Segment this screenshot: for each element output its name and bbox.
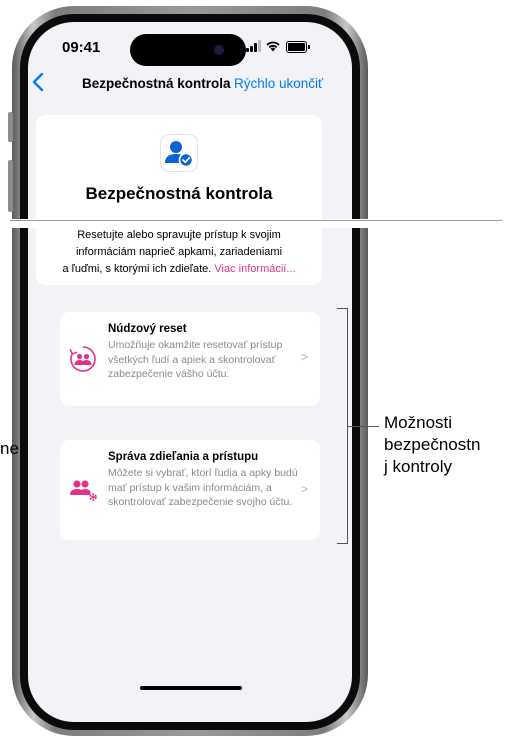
callout-label: Možnosti bezpečnostn j kontroly (384, 412, 505, 478)
emergency-reset-card[interactable]: Núdzový reset Umožňuje okamžite resetova… (60, 312, 320, 406)
callout-line-2: bezpečnostn (384, 435, 481, 454)
sharing-access-description: Môžete si vybrať, ktorí ľudia a apky bud… (108, 467, 298, 508)
emergency-reset-chevron-icon: > (300, 350, 308, 364)
signal-icon (246, 40, 261, 52)
person-checkmark-icon (165, 141, 194, 168)
header-desc-line-3-wrap: a ľuďmi, s ktorými ich zdieľate. Viac in… (46, 261, 312, 278)
header-title: Bezpečnostná kontrola (85, 184, 273, 203)
emergency-reset-title: Núdzový reset (108, 323, 187, 335)
learn-more-link[interactable]: Viac informácií... (214, 263, 295, 275)
sharing-access-icon (70, 480, 97, 501)
nav-bar: Bezpečnostná kontrola Rýchlo ukončiť (28, 66, 352, 106)
header-desc-line-3: a ľuďmi, s ktorými ich zdieľate. (62, 263, 212, 275)
sharing-access-card[interactable]: Správa zdieľania a prístupu Môžete si vy… (60, 440, 320, 540)
wifi-icon (266, 41, 280, 52)
sharing-access-title: Správa zdieľania a prístupu (108, 451, 259, 463)
battery-icon (286, 41, 310, 53)
camera-lens (214, 45, 224, 55)
status-bar: 09:41 (28, 22, 352, 66)
emergency-reset-description: Umožňuje okamžite resetovať prístup všet… (108, 339, 283, 380)
callout-leader-line (347, 426, 379, 427)
quick-exit-button[interactable]: Rýchlo ukončiť (234, 76, 323, 91)
dynamic-island (130, 34, 246, 66)
header-description: Resetujte alebo spravujte prístup k svoj… (46, 227, 312, 278)
header-desc-line-1: Resetujte alebo spravujte prístup k svoj… (77, 229, 281, 241)
callout-line-1: Možnosti (384, 413, 453, 432)
emergency-reset-icon (69, 346, 96, 372)
home-indicator (140, 686, 242, 690)
cut-line (10, 220, 502, 221)
status-icons (246, 40, 316, 54)
phone-screen: 09:41 Bezpečnostná kontrola Rýchlo ukonč… (28, 22, 352, 722)
status-time: 09:41 (62, 39, 101, 56)
safety-check-header-card: Bezpečnostná kontrola Resetujte alebo sp… (36, 115, 322, 285)
volume-up-button (8, 160, 13, 212)
back-chevron-icon[interactable] (32, 72, 46, 94)
left-callout-fragment: ne (0, 439, 19, 458)
nav-title: Bezpečnostná kontrola (82, 76, 231, 91)
safety-check-app-icon (161, 135, 197, 171)
action-button (8, 112, 13, 142)
sharing-access-chevron-icon: > (300, 482, 308, 496)
callout-line-3: j kontroly (384, 457, 453, 476)
header-desc-line-2: informáciám naprieč apkami, zariadeniami (75, 246, 283, 258)
